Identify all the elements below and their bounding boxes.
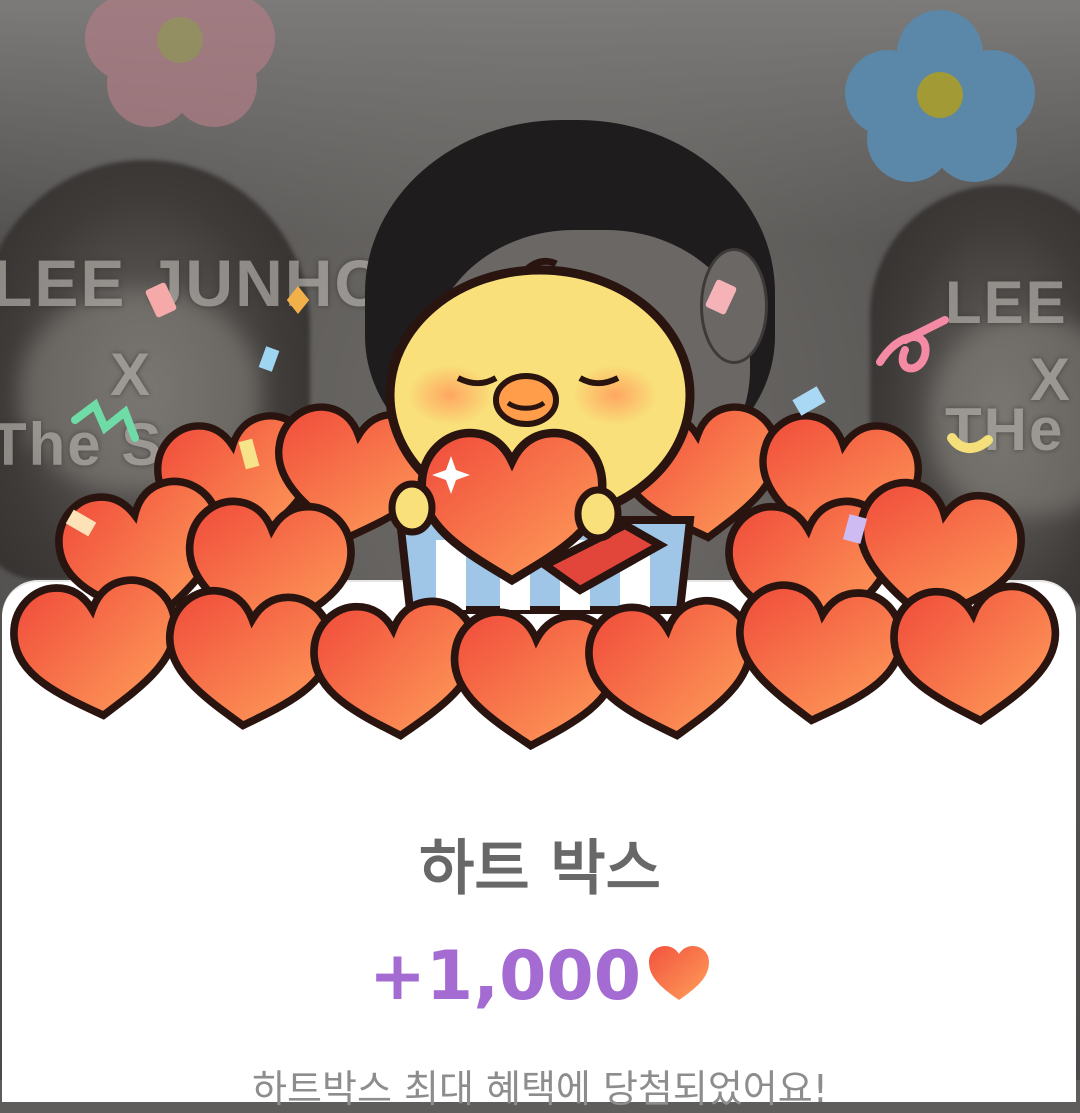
heart-pile-item	[9, 576, 183, 724]
popup-title: 하트 박스	[419, 834, 661, 904]
heart-box-illustration	[0, 257, 1080, 760]
reward-amount: +1,000	[368, 937, 642, 1016]
chick-left-hand	[388, 480, 436, 536]
popup-subtitle: 하트박스 최대 혜택에 당첨되었어요!	[252, 1067, 828, 1111]
heart-icon	[647, 941, 711, 1021]
heart-pile-item	[891, 583, 1061, 726]
reward-amount-row: +1,000	[0, 937, 1080, 1021]
chick-right-hand	[574, 486, 622, 542]
heart-pile-item	[163, 587, 335, 732]
heart-pile-item	[585, 597, 757, 742]
heart-pile-item	[731, 581, 905, 729]
